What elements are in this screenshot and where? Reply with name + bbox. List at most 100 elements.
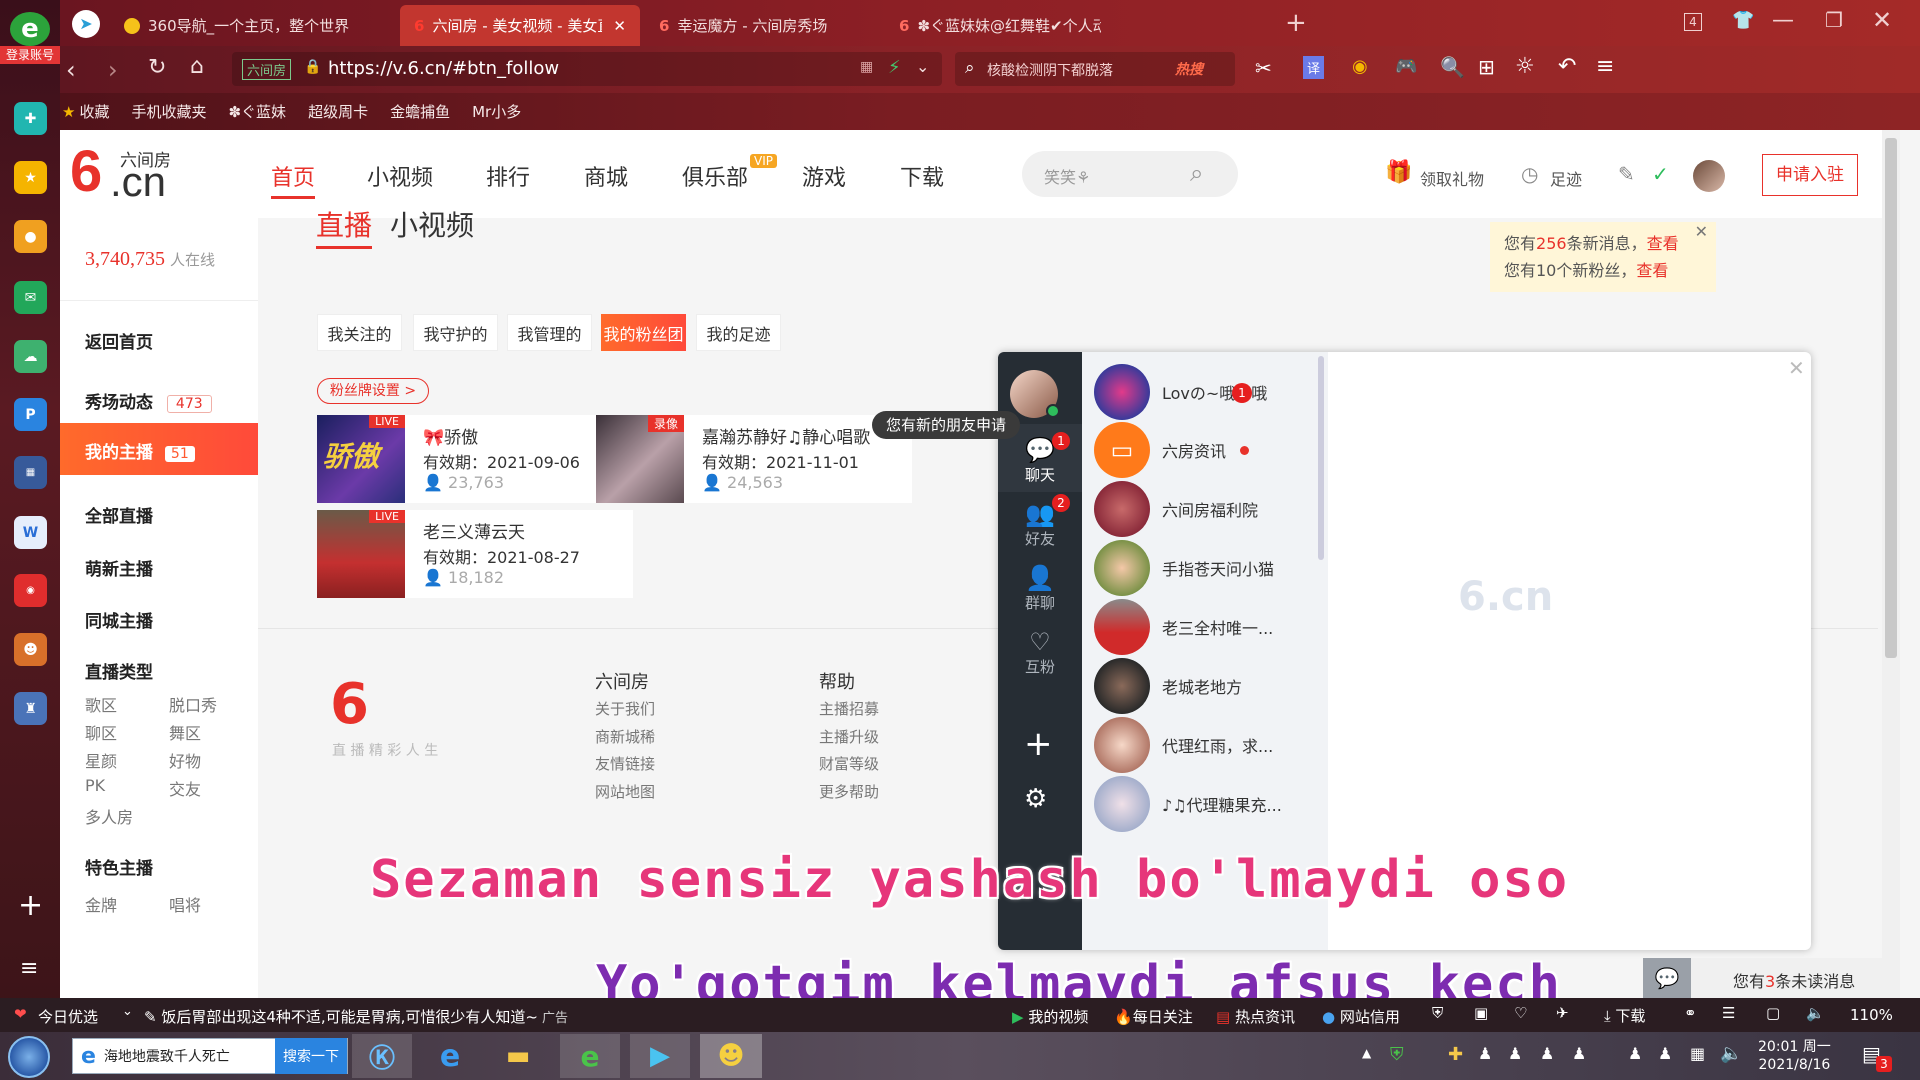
footer-link[interactable]: 友情链接 [595, 753, 655, 774]
tray-qq-icon[interactable]: ♟ [1658, 1044, 1672, 1063]
plus-icon[interactable]: + [18, 888, 43, 923]
tab-video[interactable]: 小视频 [390, 204, 474, 244]
home-icon[interactable]: ⌂ [190, 54, 204, 79]
heart-outline-icon[interactable]: ♡ [1514, 1004, 1527, 1022]
anchor-card[interactable]: LIVE 老三义薄云天 有效期：2021-08-27 👤 18,182 [317, 510, 633, 598]
coin-icon[interactable]: ◉ [1352, 56, 1368, 77]
contact-list-scrollbar[interactable] [1318, 356, 1324, 560]
cloud-icon[interactable]: ☁ [14, 340, 47, 373]
tray-up-arrow-icon[interactable]: ▲ [1362, 1046, 1371, 1060]
menu-new-anchors[interactable]: 萌新主播 [85, 555, 153, 580]
tray-volume-icon[interactable]: 🔈 [1720, 1043, 1742, 1064]
site-search[interactable]: 笑笑⚘ ⌕ [1022, 151, 1238, 197]
window-icon[interactable]: ▢ [1766, 1004, 1780, 1022]
category-item[interactable]: 星颜 [85, 748, 117, 772]
bookmark-item[interactable]: 金蟾捕鱼 [390, 101, 450, 122]
tab-360-nav[interactable]: 360导航_一个主页，整个世界 [110, 5, 390, 46]
page-scrollbar[interactable] [1882, 130, 1900, 998]
site-search-input[interactable]: 笑笑⚘ [1044, 164, 1090, 188]
filter-guarding[interactable]: 我守护的 [413, 314, 498, 351]
footer-link[interactable]: 财富等级 [819, 753, 879, 774]
hot-search-label[interactable]: 热搜 [1175, 59, 1203, 79]
rail-friends[interactable]: 👥 好友 [998, 500, 1082, 549]
translate-icon[interactable]: 译 [1303, 56, 1325, 79]
avatar[interactable] [1693, 160, 1725, 192]
refresh-icon[interactable]: ↻ [148, 55, 166, 80]
footer-link[interactable]: 更多帮助 [819, 781, 879, 802]
menu-back-home[interactable]: 返回首页 [85, 328, 153, 353]
tab-6cn-live[interactable]: 6 六间房 - 美女视频 - 美女直播 ✕ [400, 5, 640, 46]
category-item[interactable]: 聊区 [85, 720, 117, 744]
apply-button[interactable]: 申请入驻 [1762, 154, 1858, 196]
check-icon[interactable]: ✓ [1652, 162, 1669, 186]
tab-count-badge[interactable]: 4 [1684, 13, 1702, 31]
footer-link[interactable]: 主播升级 [819, 726, 879, 747]
anchor-card[interactable]: 骄傲 LIVE 🎀骄傲 有效期：2021-09-06 👤 23,763 [317, 415, 633, 503]
bookmark-item[interactable]: 超级周卡 [308, 101, 368, 122]
menu-icon[interactable]: ≡ [1596, 54, 1614, 79]
nav-short-video[interactable]: 小视频 [367, 160, 433, 192]
nav-download[interactable]: 下载 [900, 160, 944, 192]
search-box[interactable]: ⌕ 核酸检测阴下都脱落 热搜 [955, 52, 1235, 86]
game-app-icon[interactable]: ▦ [14, 456, 47, 489]
list-icon[interactable]: ≡ [20, 956, 38, 981]
taskbar-search[interactable]: e 海地地震致千人死亡 搜索一下 [72, 1038, 348, 1074]
taskbar-app-folder[interactable]: ▬ [488, 1034, 548, 1078]
menu-my-anchors[interactable]: 我的主播 51 [60, 423, 258, 475]
rail-mutual-fans[interactable]: ♡ 互粉 [998, 628, 1082, 677]
star-icon[interactable]: ★ [14, 161, 47, 194]
tab-lucky-cube[interactable]: 6 幸运魔方 - 六间房秀场 [645, 5, 875, 46]
edit-icon[interactable]: ✎ [1618, 162, 1635, 186]
status-item[interactable]: 🔥每日关注 [1114, 1006, 1193, 1027]
tab-live[interactable]: 直播 [316, 204, 373, 249]
filter-following[interactable]: 我关注的 [317, 314, 402, 351]
maximize-icon[interactable]: ❐ [1825, 8, 1843, 32]
category-item[interactable]: 交友 [169, 776, 201, 800]
tray-qq-icon[interactable]: ♟ [1508, 1044, 1522, 1063]
brightness-icon[interactable]: ☼ [1515, 54, 1535, 79]
close-tab-icon[interactable]: ✕ [613, 17, 626, 35]
forward-icon[interactable]: › [108, 56, 118, 84]
friend-request-tooltip[interactable]: 您有新的朋友申请 [872, 411, 1021, 439]
search-icon[interactable]: ⌕ [1190, 159, 1203, 187]
status-item[interactable]: ▶ 我的视频 [1012, 1006, 1088, 1027]
footer-link[interactable]: 关于我们 [595, 698, 655, 719]
image-icon[interactable]: ▣ [1474, 1004, 1488, 1022]
bookmark-item[interactable]: Mr小多 [472, 101, 521, 122]
taskbar-clock[interactable]: 20:01 周一 2021/8/16 [1758, 1038, 1831, 1074]
gift-label[interactable]: 领取礼物 [1420, 166, 1484, 190]
bolt-icon[interactable]: ⚡ [888, 57, 901, 78]
url-box[interactable]: 六间房 🔒 https://v.6.cn/#btn_follow ▦ ⚡ ⌄ [232, 52, 942, 86]
telegram-icon[interactable]: ➤ [72, 10, 100, 38]
tray-qq-icon[interactable]: ♟ [1478, 1044, 1492, 1063]
gamepad-icon[interactable]: 🎮 [1395, 56, 1417, 77]
qr-icon[interactable]: ▦ [860, 59, 873, 75]
link-icon[interactable]: ⚭ [1684, 1004, 1697, 1022]
add-icon[interactable]: + [1024, 724, 1053, 764]
status-left-label[interactable]: 今日优选 [38, 1006, 98, 1027]
news-ticker[interactable]: ✎ 饭后胃部出现这4种不适,可能是胃病,可惜很少有人知道~ 广告 [144, 1006, 568, 1027]
category-item[interactable]: PK [85, 776, 105, 795]
menu-all-live[interactable]: 全部直播 [85, 502, 153, 527]
game-character-icon[interactable]: ☻ [14, 633, 47, 666]
category-item[interactable]: 多人房 [85, 804, 133, 828]
category-item[interactable]: 好物 [169, 748, 201, 772]
taskbar-app-360[interactable]: e [560, 1034, 620, 1078]
back-icon[interactable]: ‹ [66, 56, 76, 84]
taskbar-app-game[interactable]: ☻ [700, 1034, 762, 1078]
tray-qq-icon[interactable]: ♟ [1572, 1044, 1586, 1063]
download-icon[interactable]: ⤓ 下载 [1604, 1005, 1645, 1026]
taskbar-app-ie[interactable]: e [420, 1034, 480, 1078]
category-item[interactable]: 脱口秀 [169, 692, 217, 716]
filter-managed[interactable]: 我管理的 [507, 314, 592, 351]
new-tab-icon[interactable]: + [1285, 8, 1307, 38]
nav-club[interactable]: 俱乐部 [682, 160, 748, 192]
skin-icon[interactable]: 👕 [1732, 10, 1754, 31]
clock-icon[interactable]: ◷ [1521, 162, 1538, 186]
category-item[interactable]: 舞区 [169, 720, 201, 744]
tray-qq-icon[interactable]: ♟ [1628, 1044, 1642, 1063]
gift-icon[interactable]: 🎁 [1385, 160, 1412, 185]
castle-game-icon[interactable]: ♜ [14, 692, 47, 725]
status-item[interactable]: ▤ 热点资讯 [1216, 1006, 1295, 1027]
volume-icon[interactable]: 🔈 [1806, 1004, 1825, 1022]
